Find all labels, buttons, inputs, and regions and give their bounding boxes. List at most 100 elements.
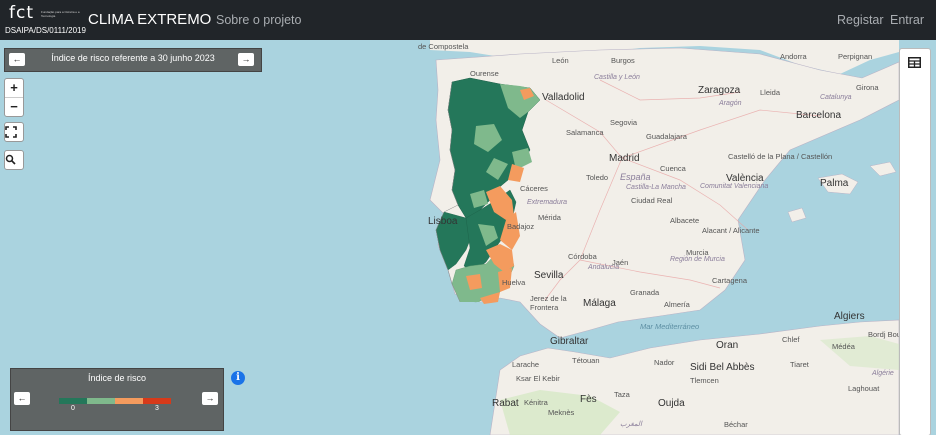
nav-register-link[interactable]: Registar: [837, 13, 884, 27]
map-label-girona: Girona: [856, 83, 879, 92]
logo-text: fct: [9, 3, 34, 23]
map-label-madrid: Madrid: [609, 153, 640, 164]
map-label-algiers: Algiers: [834, 311, 865, 322]
brand-title[interactable]: CLIMA EXTREMO: [88, 11, 211, 28]
legend-max-label: 3: [155, 405, 159, 412]
legend-color-scale: [59, 398, 171, 404]
risk-legend: Índice de risco ← 0 3 →: [10, 368, 224, 431]
map-label-malaga: Málaga: [583, 298, 616, 309]
zoom-in-button[interactable]: +: [5, 79, 23, 97]
map-label-sevilla: Sevilla: [534, 270, 564, 281]
map-label-chlef: Chlef: [782, 335, 800, 344]
logo-code: DSAIPA/DS/0111/2019: [5, 26, 86, 35]
map-label-palma: Palma: [820, 178, 849, 189]
map-label-andorra: Andorra: [780, 52, 807, 61]
side-panel[interactable]: [899, 48, 931, 435]
info-icon[interactable]: i: [231, 371, 245, 385]
map-label-tetouan: Tétouan: [572, 356, 600, 365]
map-label-merida: Mérida: [538, 213, 561, 222]
map-label-ourense: Ourense: [470, 69, 499, 78]
map-label-valladolid: Valladolid: [542, 92, 585, 103]
map-label-huelva: Huelva: [502, 278, 526, 287]
logo-tagline: Fundação para a Ciência e a Tecnologia: [41, 10, 80, 18]
map-label-oran: Oran: [716, 340, 739, 351]
table-icon[interactable]: [908, 57, 921, 68]
map-label-rabat: Rabat: [492, 398, 519, 409]
map-label-compostela: de Compostela: [418, 42, 469, 51]
map-label-barcelona: Barcelona: [796, 110, 842, 121]
map-label-larache: Larache: [512, 360, 540, 369]
legend-swatch-4: [143, 398, 171, 404]
map-label-castilla-leon: Castilla y León: [594, 74, 640, 81]
nav-about-link[interactable]: Sobre o projeto: [216, 13, 301, 27]
legend-prev-button[interactable]: ←: [14, 392, 30, 405]
legend-next-button[interactable]: →: [202, 392, 218, 405]
top-navbar: fct Fundação para a Ciência e a Tecnolog…: [0, 0, 936, 40]
map-label-gibraltar: Gibraltar: [550, 336, 589, 347]
map-label-aragon: Aragón: [719, 100, 742, 107]
legend-swatch-2: [87, 398, 115, 404]
map-label-castellon: Castelló de la Plana / Castellón: [728, 152, 833, 161]
map-label-castilla-la-mancha: Castilla-La Mancha: [626, 184, 686, 191]
fullscreen-icon: [5, 126, 17, 138]
map-canvas[interactable]: de Compostela Ourense León Burgos Castil…: [0, 40, 936, 435]
date-prev-button[interactable]: ←: [9, 53, 25, 66]
legend-swatch-1: [59, 398, 87, 404]
map-label-burgos: Burgos: [611, 56, 635, 65]
map-label-perpignan: Perpignan: [838, 52, 873, 61]
map-label-andalucia: Andalucía: [588, 264, 620, 271]
map-label-leon: León: [552, 56, 569, 65]
legend-swatch-3: [115, 398, 143, 404]
legend-min-label: 0: [71, 405, 75, 412]
map-label-toledo: Toledo: [586, 173, 609, 182]
search-icon: [5, 154, 16, 165]
map-label-ksar: Ksar El Kebir: [516, 374, 560, 383]
map-label-cuenca: Cuenca: [660, 164, 686, 173]
nav-login-link[interactable]: Entrar: [890, 13, 924, 27]
map-label-mar-mediterraneo: Mar Mediterráneo: [640, 322, 700, 331]
map-label-alacant: Alacant / Alicante: [702, 226, 760, 235]
map-label-guadalajara: Guadalajara: [646, 132, 687, 141]
map-label-bechar: Béchar: [724, 420, 748, 429]
map-label-nador: Nador: [654, 358, 675, 367]
map-label-albacete: Albacete: [670, 216, 700, 225]
map-label-sidi-bel-abbes: Sidi Bel Abbès: [690, 362, 755, 373]
map-label-zaragoza: Zaragoza: [698, 85, 741, 96]
map-label-medea: Médéa: [832, 342, 855, 351]
map-label-tlemcen: Tlemcen: [690, 376, 719, 385]
map-label-granada: Granada: [630, 288, 660, 297]
map-label-maroc: المغرب: [620, 421, 642, 428]
search-button[interactable]: [4, 150, 24, 170]
map-label-comunitat-valenciana: Comunitat Valenciana: [700, 183, 769, 190]
map-label-extremadura: Extremadura: [527, 199, 568, 206]
fullscreen-button[interactable]: [4, 122, 24, 142]
legend-title: Índice de risco: [87, 373, 147, 383]
map-label-catalunya: Catalunya: [820, 94, 852, 101]
map-label-oujda: Oujda: [658, 398, 685, 409]
map-label-kenitra: Kénitra: [524, 398, 548, 407]
map-label-region-murcia: Región de Murcia: [670, 256, 725, 263]
map-label-algerie: Algérie: [872, 370, 894, 377]
map-label-cartagena: Cartagena: [712, 276, 748, 285]
map-label-salamanca: Salamanca: [566, 128, 604, 137]
map-label-badajoz: Badajoz: [507, 222, 535, 231]
map-label-lisboa: Lisboa: [428, 216, 458, 227]
map-label-laghouat: Laghouat: [848, 384, 880, 393]
map-label-tiaret: Tiaret: [790, 360, 809, 369]
map-label-lleida: Lleida: [760, 88, 781, 97]
map-label-caceres: Cáceres: [520, 184, 548, 193]
date-selector: ← Índice de risco referente a 30 junho 2…: [4, 48, 262, 72]
zoom-out-button[interactable]: −: [5, 97, 23, 116]
map-label-almeria: Almería: [664, 300, 690, 309]
map-label-meknes: Meknès: [548, 408, 575, 417]
date-label: Índice de risco referente a 30 junho 202…: [51, 53, 215, 63]
map-label-ciudad-real: Ciudad Real: [631, 196, 673, 205]
map-label-fes: Fès: [580, 394, 597, 405]
map-label-jerez: Jerez de la Frontera: [530, 294, 567, 312]
map-label-espana: España: [620, 172, 651, 182]
fct-logo[interactable]: fct Fundação para a Ciência e a Tecnolog…: [5, 3, 86, 37]
map-label-bordj: Bordj Bou: [868, 330, 901, 339]
map-label-segovia: Segovia: [610, 118, 638, 127]
date-next-button[interactable]: →: [238, 53, 254, 66]
map-label-taza: Taza: [614, 390, 630, 399]
